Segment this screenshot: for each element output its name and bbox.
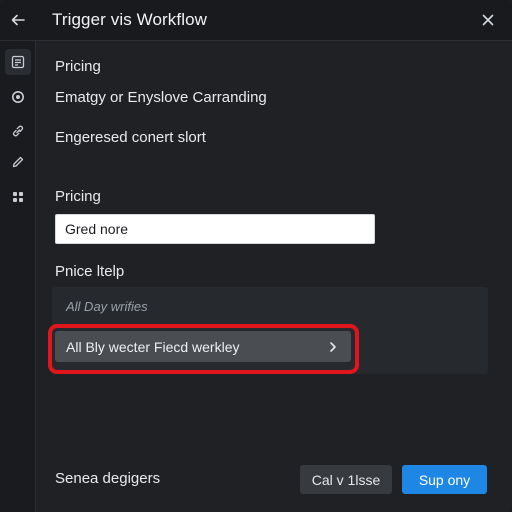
cancel-button[interactable]: Cal v 1lsse (300, 465, 392, 494)
content-area: Pricing Ematgy or Enyslove Carranding En… (36, 41, 512, 512)
settings-icon (13, 192, 23, 202)
price-help-label: Pnice ltelp (55, 263, 125, 280)
circle-icon (12, 91, 24, 103)
option-item[interactable]: All Bly wecter Fiecd werkley (55, 331, 351, 362)
description-line-2: Engeresed conert slort (55, 129, 206, 146)
option-label: All Bly wecter Fiecd werkley (66, 338, 240, 355)
sidebar-item-form[interactable] (5, 49, 31, 75)
options-panel: All Day wrifies All Bly wecter Fiecd wer… (52, 287, 488, 374)
sidebar-item-edit[interactable] (5, 149, 31, 175)
panel-hint: All Day wrifies (66, 299, 148, 314)
chevron-right-icon (330, 341, 336, 352)
section-heading-pricing-2: Pricing (55, 188, 101, 205)
edit-icon (12, 156, 24, 168)
sidebar (0, 41, 36, 512)
workflow-window: Trigger vis Workflow Pricing Ematgy or E… (0, 0, 512, 512)
sidebar-item-settings[interactable] (5, 184, 31, 210)
form-icon (11, 55, 25, 69)
pricing-input[interactable]: Gred nore (55, 214, 375, 244)
close-button[interactable] (478, 10, 498, 30)
submit-button[interactable]: Sup ony (402, 465, 487, 494)
description-line-1: Ematgy or Enyslove Carranding (55, 89, 267, 106)
footer-label: Senea degigers (55, 470, 161, 487)
close-icon (482, 14, 494, 26)
section-heading-pricing: Pricing (55, 58, 101, 75)
arrow-left-icon (11, 14, 25, 26)
sidebar-item-link[interactable] (5, 118, 31, 144)
window-title: Trigger vis Workflow (52, 10, 208, 29)
back-button[interactable] (0, 0, 36, 41)
link-icon (12, 125, 24, 137)
sidebar-item-status[interactable] (5, 84, 31, 110)
title-bar: Trigger vis Workflow (0, 0, 512, 41)
